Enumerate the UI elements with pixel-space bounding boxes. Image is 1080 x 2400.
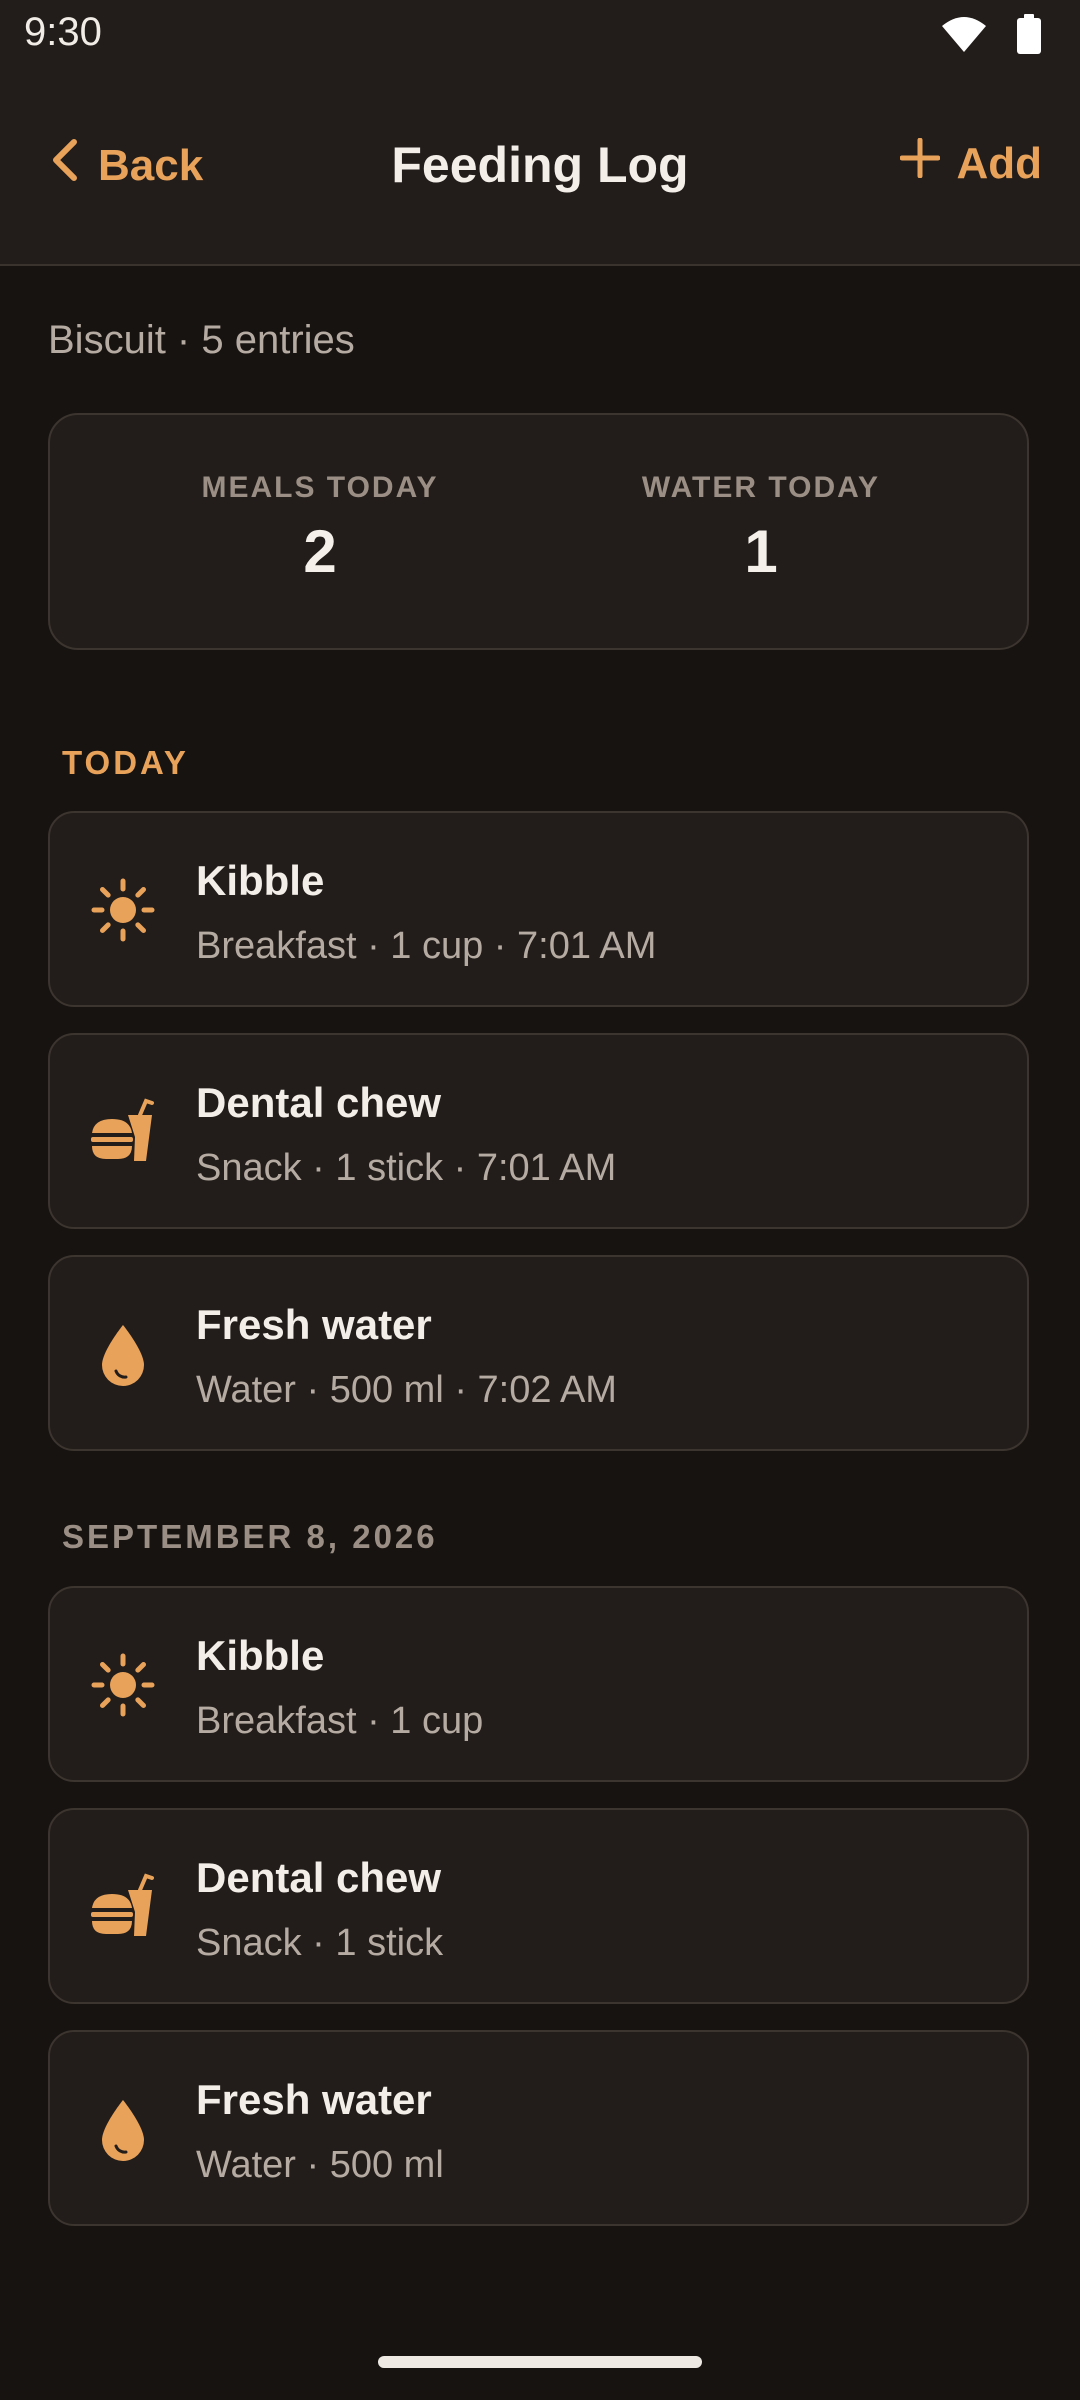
water-drop-icon (88, 2094, 158, 2164)
entry-card[interactable]: Fresh water Water · 500 ml · 7:02 AM (48, 1255, 1029, 1451)
section-label-date: SEPTEMBER 8, 2026 (62, 1518, 438, 1555)
entry-title: Fresh water (196, 1301, 432, 1348)
meals-today-value: 2 (303, 518, 337, 585)
wifi-icon (940, 14, 988, 59)
status-icons (940, 14, 1042, 59)
sun-icon (88, 1650, 158, 1720)
entry-card[interactable]: Dental chew Snack · 1 stick · 7:01 AM (48, 1033, 1029, 1229)
home-indicator[interactable] (378, 2356, 702, 2368)
water-today-value: 1 (744, 518, 778, 585)
status-bar: 9:30 (0, 0, 1080, 72)
entry-detail: Breakfast · 1 cup (196, 1700, 484, 1742)
plus-icon (899, 137, 941, 189)
water-drop-icon (88, 1319, 158, 1389)
meals-today-label: MEALS TODAY (201, 471, 439, 504)
entry-detail: Water · 500 ml · 7:02 AM (196, 1369, 617, 1411)
meals-today-stat: MEALS TODAY 2 (170, 471, 470, 586)
entry-card[interactable]: Kibble Breakfast · 1 cup (48, 1586, 1029, 1782)
entry-detail: Snack · 1 stick (196, 1922, 444, 1964)
entry-detail: Breakfast · 1 cup · 7:01 AM (196, 925, 657, 967)
pet-summary: Biscuit · 5 entries (48, 318, 355, 362)
entry-title: Kibble (196, 857, 325, 904)
status-time: 9:30 (24, 10, 102, 54)
entry-detail: Water · 500 ml (196, 2144, 444, 2186)
app-bar: Back Feeding Log Add (0, 72, 1080, 266)
fastfood-icon (88, 1872, 158, 1942)
entry-card[interactable]: Dental chew Snack · 1 stick (48, 1808, 1029, 2004)
water-today-label: WATER TODAY (641, 471, 881, 504)
stats-card: MEALS TODAY 2 WATER TODAY 1 (48, 413, 1029, 650)
fastfood-icon (88, 1097, 158, 1167)
entry-title: Kibble (196, 1632, 325, 1679)
entry-title: Dental chew (196, 1079, 442, 1126)
add-button[interactable]: Add (899, 137, 1042, 189)
battery-icon (1016, 14, 1042, 59)
entry-detail: Snack · 1 stick · 7:01 AM (196, 1147, 617, 1189)
water-today-stat: WATER TODAY 1 (611, 471, 911, 586)
section-label-today: TODAY (62, 744, 189, 781)
entry-card[interactable]: Fresh water Water · 500 ml (48, 2030, 1029, 2226)
entry-title: Dental chew (196, 1854, 442, 1901)
entry-title: Fresh water (196, 2076, 432, 2123)
sun-icon (88, 875, 158, 945)
add-label: Add (956, 138, 1042, 188)
entry-card[interactable]: Kibble Breakfast · 1 cup · 7:01 AM (48, 811, 1029, 1007)
